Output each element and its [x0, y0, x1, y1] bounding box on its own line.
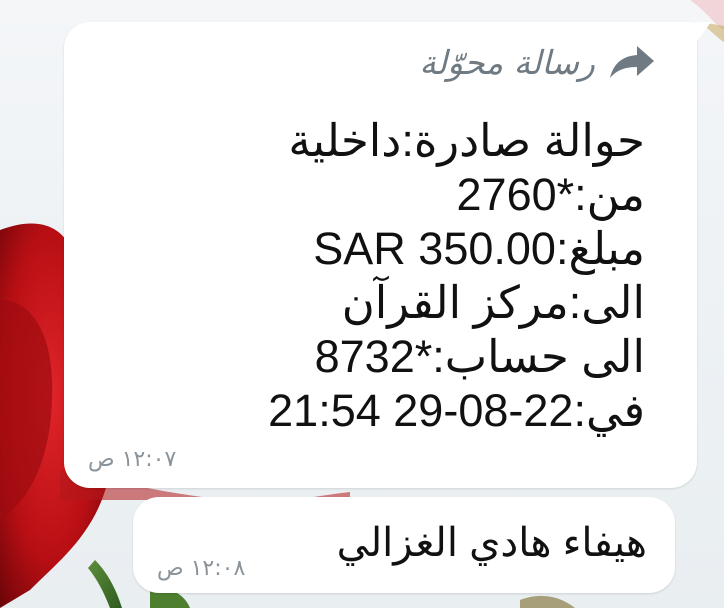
message-line-to-account: الى حساب:*8732: [314, 331, 645, 382]
forwarded-label: رسالة محوّلة: [419, 42, 595, 82]
message-line-transfer-type: حوالة صادرة:داخلية: [288, 115, 645, 166]
message-text: حوالة صادرة:داخلية من:*2760 مبلغ:SAR 350…: [85, 114, 645, 438]
message-text: هيفاء هادي الغزالي: [336, 521, 647, 565]
forwarded-header: رسالة محوّلة: [419, 44, 655, 80]
message-timestamp: ١٢:٠٧ ص: [88, 447, 177, 472]
message-line-to: الى:مركز القرآن: [341, 277, 645, 328]
message-line-amount: مبلغ:SAR 350.00: [313, 223, 645, 274]
forwarded-message-bubble[interactable]: رسالة محوّلة حوالة صادرة:داخلية من:*2760…: [64, 22, 711, 488]
message-line-from: من:*2760: [456, 169, 645, 220]
message-line-datetime: في:22-08-29 21:54: [268, 385, 645, 436]
message-timestamp: ١٢:٠٨ ص: [157, 556, 246, 581]
message-bubble[interactable]: هيفاء هادي الغزالي ١٢:٠٨ ص: [133, 497, 675, 593]
forward-arrow-icon: [610, 46, 654, 78]
